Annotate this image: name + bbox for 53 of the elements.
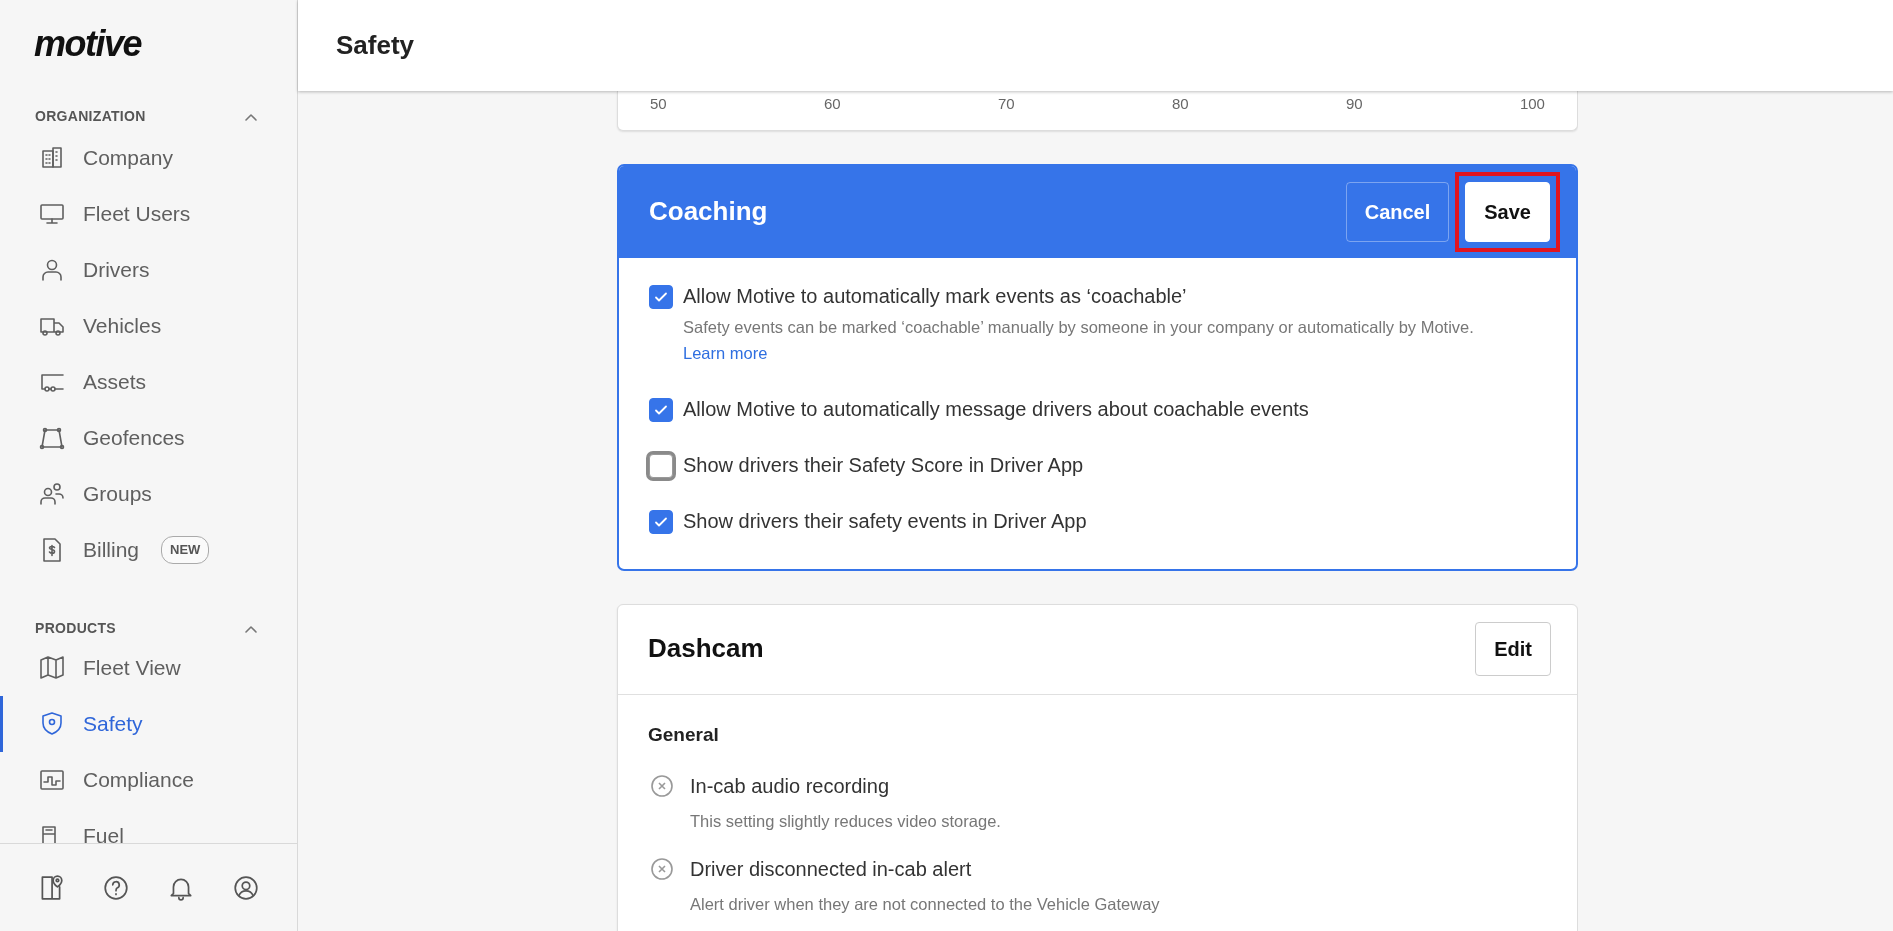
setting-label: In-cab audio recording (690, 774, 889, 799)
logo: motive (33, 22, 143, 66)
map-icon (39, 655, 65, 681)
option-label: Allow Motive to automatically message drivers about coachable events (683, 396, 1309, 421)
building-icon (39, 145, 65, 171)
card-title: Coaching (649, 195, 768, 228)
sidebar-item[interactable]: Billing NEW (0, 522, 297, 578)
axis-label: 100 (1519, 94, 1545, 114)
option-description: Safety events can be marked ‘coachable’ manually by someone in your company or automatically by Motive. Learn more (683, 316, 1475, 364)
axis-label: 90 (1345, 94, 1363, 114)
setting-label: Driver disconnected in-cab alert (690, 856, 972, 882)
setting-description: Alert driver when they are not connected to the Vehicle Gateway (690, 893, 1161, 915)
checkbox[interactable] (649, 509, 673, 534)
sidebar-item[interactable]: Fuel (0, 808, 297, 843)
edit-button[interactable]: Edit (1475, 622, 1551, 676)
card-title: Dashcam (648, 633, 764, 665)
axis-label: 80 (1171, 94, 1189, 114)
sidebar-item[interactable]: Safety (0, 696, 297, 752)
sidebar-item[interactable]: Fleet Users (0, 186, 297, 242)
section-heading: ORGANIZATION (35, 106, 146, 126)
section-heading: PRODUCTS (35, 618, 116, 638)
person-icon (39, 257, 65, 283)
checkbox[interactable] (649, 397, 673, 422)
sidebar-item[interactable]: Geofences (0, 410, 297, 466)
option-label: Show drivers their Safety Score in Driver App (683, 452, 1084, 477)
learn-more-link[interactable]: Learn more (683, 343, 768, 362)
polygon-icon (39, 425, 65, 451)
chart-icon (39, 767, 65, 793)
sidebar-item[interactable]: Company (0, 130, 297, 186)
section-heading: General (648, 722, 720, 747)
help-icon[interactable] (101, 873, 130, 902)
page-title: Safety (336, 29, 415, 62)
sidebar-item[interactable]: Compliance (0, 752, 297, 808)
save-button[interactable]: Save (1465, 181, 1550, 242)
sidebar-item[interactable]: Fleet View (0, 640, 297, 696)
sidebar-item[interactable]: Vehicles (0, 298, 297, 354)
checkbox[interactable] (649, 453, 673, 478)
shield-icon (39, 711, 65, 737)
sidebar-item[interactable]: Groups (0, 466, 297, 522)
account-icon[interactable] (232, 873, 261, 902)
new-tag: NEW (161, 536, 210, 564)
setting-description: This setting slightly reduces video storage. (690, 811, 1002, 832)
axis-label: 50 (650, 94, 667, 114)
monitor-icon (39, 201, 65, 227)
axis-label: 60 (824, 94, 841, 114)
axis-label: 70 (997, 94, 1015, 114)
option-label: Show drivers their safety events in Driver App (683, 508, 1087, 533)
cancel-button[interactable]: Cancel (1345, 181, 1450, 242)
sidebar-item[interactable]: Drivers (0, 242, 297, 298)
sidebar-item[interactable]: Assets (0, 354, 297, 410)
option-label: Allow Motive to automatically mark events as ‘coachable’ (683, 283, 1188, 308)
checkbox[interactable] (649, 284, 673, 309)
people-icon (39, 481, 65, 507)
